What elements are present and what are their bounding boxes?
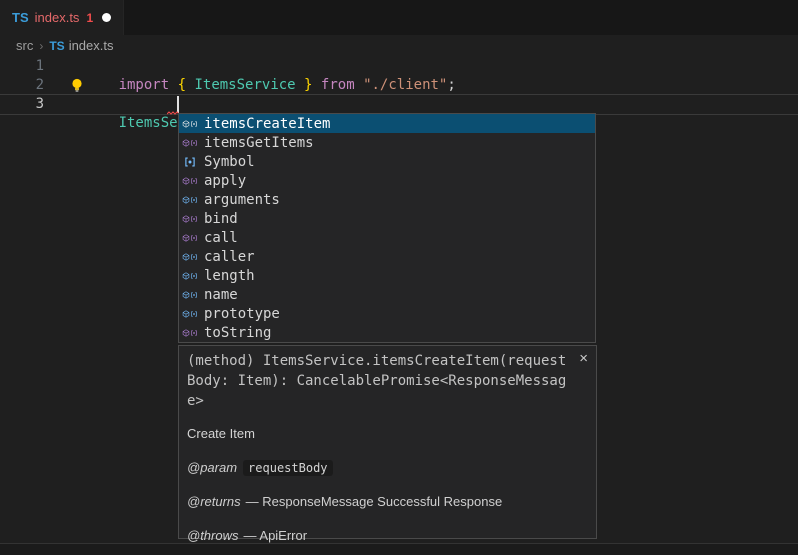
suggestion-item[interactable]: Symbol <box>179 152 595 171</box>
throws-text: — ApiError <box>244 528 308 543</box>
suggestion-label: caller <box>204 249 255 265</box>
throws-tag: @throws <box>187 528 239 543</box>
suggestion-item[interactable]: itemsCreateItem <box>179 114 595 133</box>
suggestion-widget: itemsCreateItem itemsGetItems <box>178 113 596 343</box>
symbol-method-icon <box>182 173 198 189</box>
suggestion-item[interactable]: prototype <box>179 304 595 323</box>
symbol-field-icon <box>182 287 198 303</box>
chevron-right-icon: › <box>39 39 43 53</box>
suggestion-item[interactable]: bind <box>179 209 595 228</box>
line-number: 1 <box>0 57 44 76</box>
code-line-3: 3 ItemsService. <box>0 95 798 114</box>
breadcrumb-folder[interactable]: src <box>16 38 33 53</box>
suggestion-item[interactable]: name <box>179 285 595 304</box>
doc-param-line: @param requestBody <box>187 460 588 475</box>
suggestion-label: length <box>204 268 255 284</box>
suggestion-label: name <box>204 287 238 303</box>
symbol-field-icon <box>182 306 198 322</box>
returns-text: — ResponseMessage Successful Response <box>246 494 503 509</box>
breadcrumb-file[interactable]: index.ts <box>69 38 114 53</box>
suggestion-item[interactable]: call <box>179 228 595 247</box>
suggestion-label: itemsGetItems <box>204 135 314 151</box>
suggestion-docs-panel: × (method) ItemsService.itemsCreateItem(… <box>178 345 597 539</box>
doc-throws-line: @throws — ApiError <box>187 528 588 543</box>
tab-bar: TS index.ts 1 <box>0 0 798 35</box>
tab-error-count-badge: 1 <box>86 11 93 25</box>
symbol-field-icon <box>182 249 198 265</box>
symbol-method-icon <box>182 211 198 227</box>
code-line-1: 1 import { ItemsService } from "./client… <box>0 57 798 76</box>
symbol-method-icon <box>182 116 198 132</box>
suggestion-label: apply <box>204 173 246 189</box>
doc-summary: Create Item <box>187 426 588 441</box>
vscode-editor-window: { "tab": { "file_icon": "TS", "title": "… <box>0 0 798 555</box>
breadcrumb: src › TS index.ts <box>0 35 798 56</box>
line-number: 2 <box>0 76 44 95</box>
close-icon[interactable]: × <box>579 351 588 366</box>
param-tag: @param <box>187 460 237 475</box>
suggestion-item[interactable]: length <box>179 266 595 285</box>
returns-tag: @returns <box>187 494 241 509</box>
line-number-active: 3 <box>0 95 44 114</box>
suggestion-label: call <box>204 230 238 246</box>
bottom-strip[interactable] <box>0 544 798 555</box>
method-signature: (method) ItemsService.itemsCreateItem(re… <box>187 351 569 411</box>
suggestion-item[interactable]: caller <box>179 247 595 266</box>
typescript-file-icon: TS <box>49 39 64 53</box>
suggestion-label: bind <box>204 211 238 227</box>
symbol-method-icon <box>182 230 198 246</box>
tab-index-ts[interactable]: TS index.ts 1 <box>0 0 124 35</box>
typescript-file-icon: TS <box>12 10 29 25</box>
code-line-2: 2 <box>0 76 798 95</box>
lightbulb-icon[interactable] <box>70 78 84 93</box>
suggestion-item[interactable]: itemsGetItems <box>179 133 595 152</box>
suggestion-label: itemsCreateItem <box>204 116 330 132</box>
tab-title: index.ts <box>35 10 80 25</box>
symbol-variable-icon <box>182 154 198 170</box>
suggestion-item[interactable]: arguments <box>179 190 595 209</box>
doc-returns-line: @returns — ResponseMessage Successful Res… <box>187 494 588 509</box>
suggestion-item[interactable]: apply <box>179 171 595 190</box>
suggestion-label: prototype <box>204 306 280 322</box>
symbol-method-icon <box>182 325 198 341</box>
symbol-method-icon <box>182 135 198 151</box>
suggestion-label: Symbol <box>204 154 255 170</box>
unsaved-changes-dot-icon[interactable] <box>102 13 111 22</box>
suggestion-label: toString <box>204 325 271 341</box>
param-name-chip: requestBody <box>243 460 332 476</box>
symbol-field-icon <box>182 268 198 284</box>
suggestion-item[interactable]: toString <box>179 323 595 342</box>
symbol-field-icon <box>182 192 198 208</box>
suggestion-label: arguments <box>204 192 280 208</box>
